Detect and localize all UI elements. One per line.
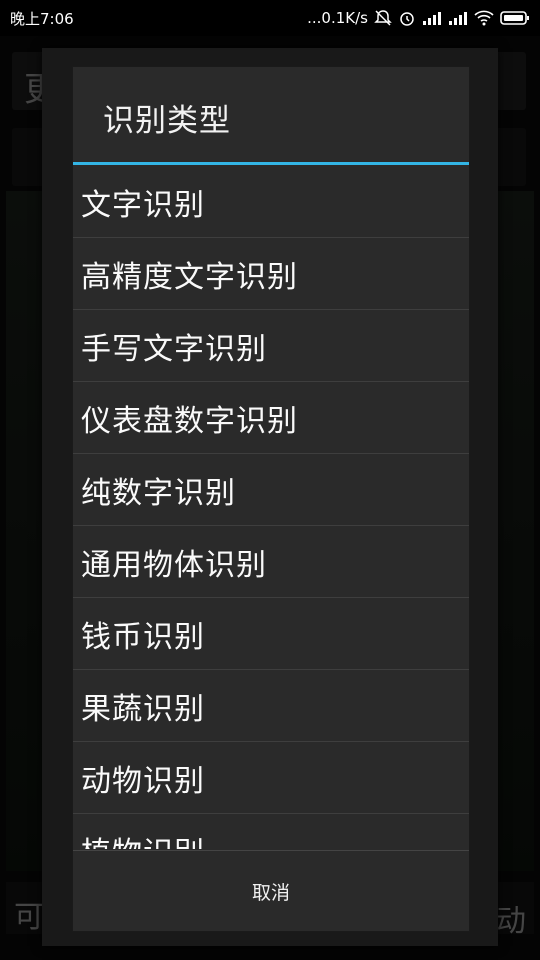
recognition-type-list[interactable]: 文字识别 高精度文字识别 手写文字识别 仪表盘数字识别 纯数字识别 通用物体识别… xyxy=(73,166,469,849)
list-item-currency[interactable]: 钱币识别 xyxy=(73,598,469,670)
status-time: 晚上7:06 xyxy=(10,9,74,28)
cancel-button[interactable]: 取消 xyxy=(73,852,469,930)
battery-icon xyxy=(500,10,530,26)
dialog-title: 识别类型 xyxy=(103,103,231,139)
list-item-high-precision-text[interactable]: 高精度文字识别 xyxy=(73,238,469,310)
list-item-handwriting[interactable]: 手写文字识别 xyxy=(73,310,469,382)
footer-divider xyxy=(73,850,469,851)
list-item-pure-digits[interactable]: 纯数字识别 xyxy=(73,454,469,526)
list-item-general-object[interactable]: 通用物体识别 xyxy=(73,526,469,598)
list-item-fruit-vegetable[interactable]: 果蔬识别 xyxy=(73,670,469,742)
alarm-icon xyxy=(398,9,416,27)
list-item-animal[interactable]: 动物识别 xyxy=(73,742,469,814)
mute-icon xyxy=(374,9,392,27)
status-icons: ...0.1K/s xyxy=(307,9,540,27)
list-item-text-recognition[interactable]: 文字识别 xyxy=(73,166,469,238)
status-bar: 晚上7:06 ...0.1K/s xyxy=(0,0,540,36)
title-divider xyxy=(73,162,469,165)
wifi-icon xyxy=(474,10,494,26)
list-item-meter-digits[interactable]: 仪表盘数字识别 xyxy=(73,382,469,454)
network-speed: ...0.1K/s xyxy=(307,9,368,27)
hd-signal-icon xyxy=(448,10,468,26)
list-item-plant[interactable]: 植物识别 xyxy=(73,814,469,850)
signal-icon xyxy=(422,10,442,26)
recognition-type-dialog: 识别类型 文字识别 高精度文字识别 手写文字识别 仪表盘数字识别 纯数字识别 通… xyxy=(72,66,470,932)
